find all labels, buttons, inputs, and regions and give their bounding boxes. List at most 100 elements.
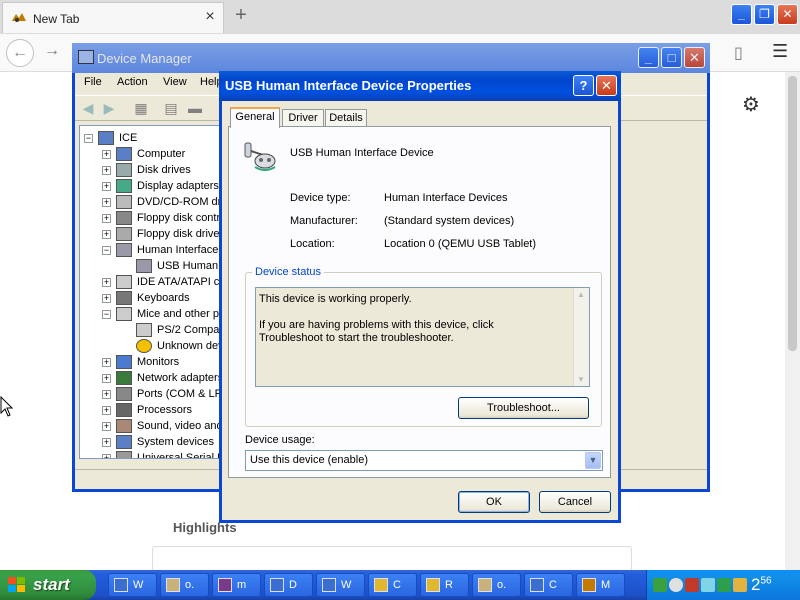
taskbar-button[interactable]: M (576, 573, 625, 597)
expand-icon[interactable]: + (102, 422, 111, 431)
dialog-close-button[interactable]: ✕ (596, 75, 617, 96)
collapse-icon[interactable]: − (102, 310, 111, 319)
tree-item-label: Universal Serial Bus controllers (137, 452, 226, 459)
device-usage-label: Device usage: (245, 434, 315, 446)
tray-icon-5[interactable] (717, 578, 731, 592)
tray-icon-4[interactable] (701, 578, 715, 592)
device-type-value: Human Interface Devices (384, 192, 508, 204)
browser-minimize-button[interactable]: _ (731, 4, 752, 25)
device-tree[interactable]: − ICE + Computer + Disk drives + Display adapte… (79, 125, 227, 459)
tray-icon-2[interactable] (669, 578, 683, 592)
menu-action[interactable]: Action (117, 76, 148, 88)
dm-close-button[interactable]: ✕ (684, 47, 705, 68)
details-icon[interactable]: ▤ (162, 100, 180, 116)
forward-button[interactable]: → (44, 42, 60, 60)
menu-view[interactable]: View (163, 76, 187, 88)
browser-scrollbar[interactable] (785, 72, 800, 570)
expand-icon[interactable]: + (102, 182, 111, 191)
tray-icon-3[interactable] (685, 578, 699, 592)
gear-icon[interactable]: ⚙ (742, 92, 760, 117)
expand-icon[interactable]: + (102, 278, 111, 287)
properties-title: USB Human Interface Device Properties (225, 78, 472, 93)
monitor-icon (116, 355, 132, 369)
chevron-down-icon[interactable]: ▼ (585, 452, 601, 469)
device-manager-titlebar[interactable]: Device Manager _ □ ✕ (72, 43, 710, 73)
taskbar-button[interactable]: o. (160, 573, 209, 597)
expand-icon[interactable]: + (102, 438, 111, 447)
scroll-up-icon[interactable]: ▲ (577, 290, 585, 299)
taskbar-button[interactable]: o. (472, 573, 521, 597)
taskbar-button[interactable]: C (368, 573, 417, 597)
taskbar-button[interactable]: C (524, 573, 573, 597)
dm-maximize-button[interactable]: □ (661, 47, 682, 68)
status-line-2: If you are having problems with this dev… (259, 319, 494, 344)
tree-item-label: USB Human Interface Device (157, 260, 226, 272)
tab-driver[interactable]: Driver (282, 109, 324, 127)
system-icon (116, 435, 132, 449)
app-icon (582, 578, 596, 592)
ok-button[interactable]: OK (458, 491, 530, 513)
clock[interactable]: 256 (751, 575, 772, 595)
scrollbar-thumb[interactable] (788, 76, 797, 351)
expand-icon[interactable]: + (102, 374, 111, 383)
expand-icon[interactable]: + (102, 214, 111, 223)
tray-icon-6[interactable] (733, 578, 747, 592)
computer-icon (98, 131, 114, 145)
expand-icon[interactable]: + (102, 454, 111, 458)
cancel-button[interactable]: Cancel (539, 491, 611, 513)
windows-logo-icon (8, 577, 25, 592)
tab-details[interactable]: Details (325, 109, 367, 127)
expand-icon[interactable]: + (102, 390, 111, 399)
expand-icon[interactable]: + (102, 230, 111, 239)
collapse-icon[interactable]: − (84, 134, 93, 143)
start-button[interactable]: start (0, 570, 96, 600)
clock-minute: 56 (760, 575, 772, 587)
disk-drive-icon (116, 163, 132, 177)
help-button[interactable]: ? (573, 75, 594, 96)
new-tab-button[interactable]: + (230, 4, 252, 27)
back-button[interactable]: ← (6, 39, 34, 67)
scroll-down-icon[interactable]: ▼ (577, 375, 585, 384)
expand-icon[interactable]: + (102, 150, 111, 159)
taskbar-button-label: R (445, 579, 453, 591)
dm-minimize-button[interactable]: _ (638, 47, 659, 68)
device-status-text: This device is working properly. If you … (259, 293, 559, 345)
taskbar-button-label: o. (185, 579, 195, 591)
print-icon[interactable]: ▬ (186, 100, 204, 116)
device-usage-select[interactable]: Use this device (enable) ▼ (245, 450, 603, 471)
taskbar-button[interactable]: m (212, 573, 261, 597)
expand-icon[interactable]: + (102, 294, 111, 303)
tab-general[interactable]: General (230, 107, 280, 128)
browser-close-button[interactable]: ✕ (777, 4, 798, 25)
taskbar-button-label: W (341, 579, 352, 591)
tab-close-icon[interactable]: × (201, 8, 219, 26)
collapse-icon[interactable]: − (102, 246, 111, 255)
properties-icon[interactable]: ▦ (132, 100, 150, 116)
taskbar-button[interactable]: D (264, 573, 313, 597)
sidebar-icon[interactable]: ▯ (734, 43, 743, 63)
status-scrollbar[interactable]: ▲ ▼ (573, 288, 589, 386)
hid-icon (116, 243, 132, 257)
expand-icon[interactable]: + (102, 358, 111, 367)
back-arrow-icon[interactable]: ◀ (79, 100, 97, 116)
tree-item-label: Computer (137, 148, 186, 160)
browser-tab[interactable]: New Tab × (2, 2, 224, 33)
menu-icon[interactable]: ☰ (772, 41, 788, 62)
tray-icon-1[interactable] (653, 578, 667, 592)
network-adapter-icon (116, 371, 132, 385)
browser-restore-button[interactable]: ❐ (754, 4, 775, 25)
app-icon (530, 578, 544, 592)
expand-icon[interactable]: + (102, 166, 111, 175)
device-status-textbox[interactable]: This device is working properly. If you … (255, 287, 590, 387)
expand-icon[interactable]: + (102, 198, 111, 207)
expand-icon[interactable]: + (102, 406, 111, 415)
taskbar-button[interactable]: R (420, 573, 469, 597)
menu-file[interactable]: File (84, 76, 102, 88)
properties-titlebar[interactable]: USB Human Interface Device Properties ? … (219, 71, 621, 101)
taskbar-button[interactable]: W (108, 573, 157, 597)
taskbar-button[interactable]: W (316, 573, 365, 597)
forward-arrow-icon[interactable]: ▶ (100, 100, 118, 116)
app-icon (322, 578, 336, 592)
taskbar: start Wo. m D W C Ro. C M 256 (0, 570, 800, 600)
troubleshoot-button[interactable]: Troubleshoot... (458, 397, 589, 419)
